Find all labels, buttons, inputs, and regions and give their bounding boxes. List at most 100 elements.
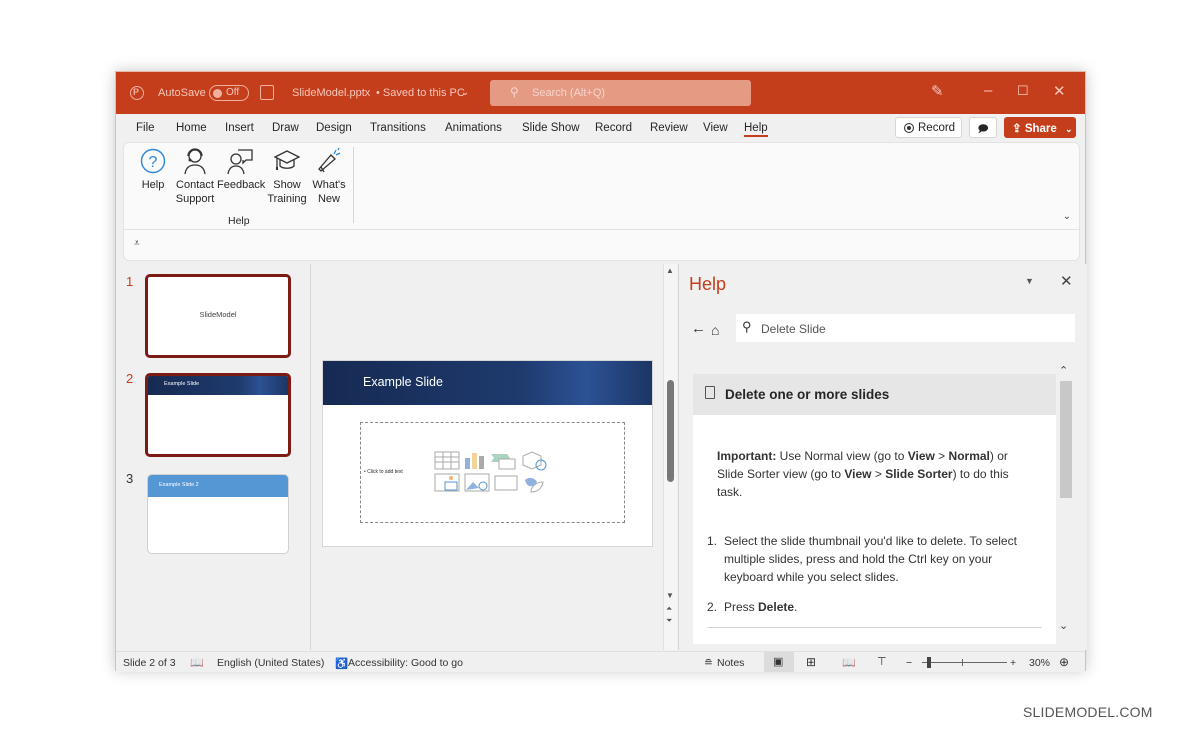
insert-smartart-icon xyxy=(491,454,516,470)
tab-file[interactable]: File xyxy=(136,122,155,134)
share-chevron-icon[interactable]: ⌄ xyxy=(1065,124,1073,134)
article-header[interactable]: Delete one or more slides xyxy=(693,374,1056,415)
normal-view-icon: ▣ xyxy=(773,656,784,668)
save-status[interactable]: • Saved to this PC xyxy=(376,87,465,99)
feedback-button[interactable]: Feedback xyxy=(217,147,265,192)
tab-record[interactable]: Record xyxy=(595,122,632,134)
scroll-up-icon[interactable]: ▲ xyxy=(666,266,674,275)
tab-view[interactable]: View xyxy=(703,122,728,134)
chevron-down-icon[interactable]: ⌄ xyxy=(461,87,469,98)
zoom-out-button[interactable]: − xyxy=(906,657,912,669)
tab-home[interactable]: Home xyxy=(176,122,207,134)
scroll-down-icon[interactable]: ⌄ xyxy=(1059,619,1068,632)
pane-options-icon[interactable]: ▼ xyxy=(1025,276,1034,286)
slide-sorter-icon[interactable]: ⊞ xyxy=(806,655,816,669)
next-slide-icon[interactable]: ⏷ xyxy=(666,616,672,626)
whats-new-button[interactable]: What's New xyxy=(309,147,349,206)
step-bold: Delete xyxy=(758,600,795,614)
thumbnail-title: Example Slide 2 xyxy=(159,482,199,488)
ribbon-expand-chevron-icon[interactable]: ⌄ xyxy=(1063,211,1071,222)
home-icon[interactable]: ⌂ xyxy=(711,322,719,338)
slide-show-icon[interactable]: ⊤ xyxy=(877,655,887,668)
svg-text:?: ? xyxy=(149,154,158,171)
contact-support-button[interactable]: Contact Support xyxy=(173,147,217,206)
slide-number: 2 xyxy=(126,371,134,386)
tab-slide-show[interactable]: Slide Show xyxy=(522,122,580,134)
scroll-down-icon[interactable]: ▼ xyxy=(666,591,674,600)
zoom-slider-handle[interactable] xyxy=(927,657,931,668)
click-to-add-text: Click to add text xyxy=(367,469,403,475)
zoom-slider[interactable] xyxy=(922,662,1007,663)
content-placeholder[interactable]: • Click to add text xyxy=(360,422,625,523)
comment-icon: 🗩 xyxy=(977,124,989,135)
slide-thumbnail-1[interactable]: SlideModel xyxy=(145,274,291,358)
reading-view-icon[interactable]: 📖 xyxy=(842,656,856,669)
scroll-up-icon[interactable]: ⌃ xyxy=(1059,364,1068,377)
autosave-toggle[interactable]: Off xyxy=(209,85,249,101)
normal-view-button[interactable]: ▣ xyxy=(764,652,794,672)
tab-insert[interactable]: Insert xyxy=(225,122,254,134)
slide-title[interactable]: Example Slide xyxy=(363,375,443,389)
save-icon[interactable] xyxy=(260,85,274,100)
editor-scrollbar[interactable]: ▲ ▼ ⏶ ⏷ xyxy=(663,264,677,650)
maximize-button[interactable]: ☐ xyxy=(1017,83,1029,99)
spelling-check-icon[interactable]: 📖 xyxy=(190,656,204,669)
headset-person-icon xyxy=(173,147,217,175)
current-slide[interactable]: Example Slide • Click to add text xyxy=(322,360,653,547)
tab-draw[interactable]: Draw xyxy=(272,122,299,134)
tab-help[interactable]: Help xyxy=(744,122,768,137)
accessibility-status[interactable]: Accessibility: Good to go xyxy=(348,657,463,669)
search-icon: ⚲ xyxy=(510,85,519,99)
search-placeholder: Search (Alt+Q) xyxy=(532,87,606,99)
accessibility-icon[interactable]: ♿ xyxy=(335,657,348,670)
help-label: Help xyxy=(141,179,165,191)
important-note: Important: Use Normal view (go to View >… xyxy=(717,447,1027,501)
scrollbar-thumb[interactable] xyxy=(1060,381,1072,498)
note-bold: Slide Sorter xyxy=(885,467,953,481)
help-search-input[interactable]: ⚲ Delete Slide xyxy=(736,314,1075,342)
show-training-button[interactable]: Show Training xyxy=(266,147,308,206)
graduation-cap-icon xyxy=(266,147,308,175)
step-item: 2. Press Delete. xyxy=(707,598,1037,616)
scrollbar-thumb[interactable] xyxy=(667,380,674,482)
share-button[interactable]: ⇪ Share ⌄ xyxy=(1004,117,1076,138)
customize-toolbar-icon[interactable]: ⩡ xyxy=(134,238,140,249)
help-scrollbar[interactable]: ⌃ ⌄ xyxy=(1059,364,1073,634)
thumbnail-header: Example Slide 2 xyxy=(148,475,288,497)
zoom-in-button[interactable]: + xyxy=(1010,657,1016,669)
slide-thumbnail-2[interactable]: Example Slide xyxy=(145,373,291,457)
contact-label: Contact xyxy=(176,179,214,191)
pen-icon[interactable]: ✎ xyxy=(931,82,944,100)
notes-icon[interactable]: ≘ xyxy=(704,657,713,669)
filename[interactable]: SlideModel.pptx xyxy=(292,87,370,99)
language[interactable]: English (United States) xyxy=(217,657,324,669)
insert-icons-icon xyxy=(525,477,544,493)
tab-design[interactable]: Design xyxy=(316,122,352,134)
document-icon xyxy=(705,386,715,399)
slide-thumbnail-3[interactable]: Example Slide 2 xyxy=(147,474,289,554)
tab-transitions[interactable]: Transitions xyxy=(370,122,426,134)
close-pane-icon[interactable]: ✕ xyxy=(1060,272,1073,290)
placeholder-text: • Click to add text xyxy=(364,469,403,475)
autosave-state: Off xyxy=(226,87,240,98)
back-arrow-icon[interactable]: ← xyxy=(691,320,706,337)
minimize-button[interactable]: – xyxy=(984,82,992,99)
search-box[interactable]: ⚲ Search (Alt+Q) xyxy=(490,80,751,106)
notes-button[interactable]: Notes xyxy=(717,657,744,669)
thumbnail-title: Example Slide xyxy=(164,381,200,387)
note-bold: View xyxy=(844,467,872,481)
steps-list: 1. Select the slide thumbnail you'd like … xyxy=(707,532,1037,628)
record-button[interactable]: Record xyxy=(895,117,962,138)
close-button[interactable]: ✕ xyxy=(1053,82,1066,100)
previous-slide-icon[interactable]: ⏶ xyxy=(666,604,672,614)
slide-title-bar: Example Slide xyxy=(323,361,652,405)
zoom-level[interactable]: 30% xyxy=(1029,657,1050,669)
insert-chart-icon xyxy=(465,453,484,469)
comments-button[interactable]: 🗩 xyxy=(969,117,997,138)
tab-review[interactable]: Review xyxy=(650,122,688,134)
insert-stock-image-icon xyxy=(464,473,490,492)
fit-to-window-icon[interactable]: ⊕ xyxy=(1059,655,1069,669)
help-button[interactable]: ? Help xyxy=(133,147,173,192)
tab-animations[interactable]: Animations xyxy=(445,122,502,134)
megaphone-icon xyxy=(309,147,349,175)
